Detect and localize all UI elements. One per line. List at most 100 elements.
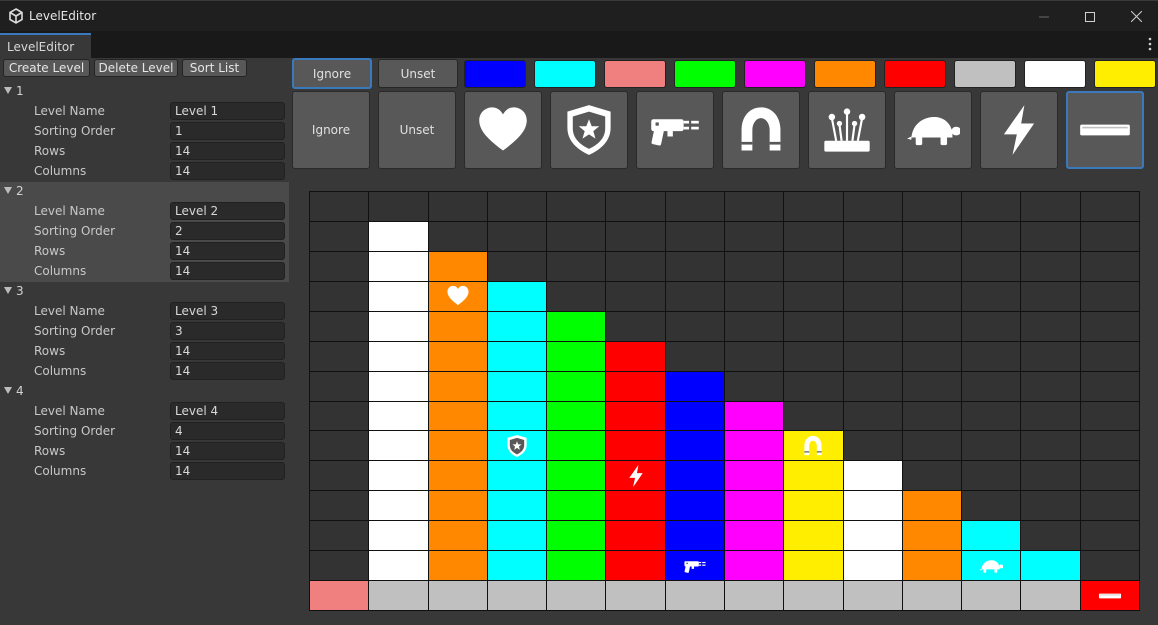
powerup-ignore-button[interactable]: Ignore [292,91,370,169]
grid-cell[interactable] [310,371,369,401]
grid-cell[interactable] [724,401,784,431]
grid-cell[interactable] [1080,431,1139,461]
field-input-columns[interactable]: 14 [170,262,285,280]
grid-cell[interactable] [784,431,843,461]
grid-cell[interactable] [428,371,487,401]
color-swatch[interactable] [674,60,736,88]
grid-cell[interactable] [902,281,962,311]
grid-cell[interactable] [784,491,843,521]
grid-cell[interactable] [369,431,428,461]
grid-cell[interactable] [962,221,1021,251]
field-input-order[interactable]: 3 [170,322,285,340]
grid-cell[interactable] [665,461,724,491]
grid-cell[interactable] [487,581,547,610]
color-swatch[interactable] [744,60,806,88]
grid-cell[interactable] [902,521,962,551]
grid-cell[interactable] [547,311,606,341]
grid-cell[interactable] [784,581,843,610]
grid-cell[interactable] [962,251,1021,281]
grid-cell[interactable] [1080,521,1139,551]
grid-cell[interactable] [784,311,843,341]
grid-cell[interactable] [1021,431,1080,461]
grid-cell[interactable] [724,551,784,581]
grid-cell[interactable] [784,461,843,491]
field-input-rows[interactable]: 14 [170,342,285,360]
grid-cell[interactable] [369,491,428,521]
grid-cell[interactable] [428,281,487,311]
field-input-order[interactable]: 2 [170,222,285,240]
grid-cell[interactable] [547,341,606,371]
grid-cell[interactable] [784,221,843,251]
grid-cell[interactable] [962,581,1021,610]
grid-cell[interactable] [1080,311,1139,341]
grid-cell[interactable] [784,551,843,581]
create-level-button[interactable]: Create Level [3,59,90,77]
grid-cell[interactable] [606,551,665,581]
grid-cell[interactable] [843,311,902,341]
grid-cell[interactable] [1021,401,1080,431]
grid-cell[interactable] [369,401,428,431]
grid-cell[interactable] [902,221,962,251]
grid-cell[interactable] [962,192,1021,221]
grid-cell[interactable] [369,311,428,341]
powerup-tile-bar[interactable] [1066,91,1144,169]
grid-cell[interactable] [784,192,843,221]
color-swatch[interactable] [534,60,596,88]
field-input-rows[interactable]: 14 [170,442,285,460]
grid-cell[interactable] [369,281,428,311]
color-swatch[interactable] [954,60,1016,88]
grid-cell[interactable] [724,371,784,401]
field-input-name[interactable]: Level 1 [170,102,285,120]
grid-cell[interactable] [606,251,665,281]
powerup-tile-lightning[interactable] [980,91,1058,169]
grid-cell[interactable] [606,461,665,491]
grid-cell[interactable] [843,491,902,521]
grid-cell[interactable] [843,251,902,281]
grid-cell[interactable] [1021,371,1080,401]
grid-cell[interactable] [724,341,784,371]
grid-cell[interactable] [547,401,606,431]
grid-cell[interactable] [843,371,902,401]
grid-cell[interactable] [487,281,547,311]
grid-cell[interactable] [665,192,724,221]
grid-cell[interactable] [1080,341,1139,371]
grid-cell[interactable] [1021,551,1080,581]
grid-cell[interactable] [902,371,962,401]
grid-cell[interactable] [369,371,428,401]
grid-cell[interactable] [1021,281,1080,311]
grid-cell[interactable] [428,401,487,431]
grid-cell[interactable] [487,551,547,581]
grid-cell[interactable] [962,461,1021,491]
grid-cell[interactable] [843,221,902,251]
color-swatch[interactable] [884,60,946,88]
grid-cell[interactable] [369,581,428,610]
grid-cell[interactable] [310,311,369,341]
grid-cell[interactable] [665,401,724,431]
grid-cell[interactable] [962,431,1021,461]
grid-cell[interactable] [428,521,487,551]
grid-cell[interactable] [784,521,843,551]
grid-cell[interactable] [665,581,724,610]
grid-cell[interactable] [606,281,665,311]
grid-cell[interactable] [487,431,547,461]
grid-cell[interactable] [1021,311,1080,341]
grid-cell[interactable] [902,461,962,491]
powerup-tile-blaster[interactable] [636,91,714,169]
grid-cell[interactable] [1021,521,1080,551]
grid-cell[interactable] [962,311,1021,341]
grid-cell[interactable] [606,581,665,610]
color-swatch[interactable] [604,60,666,88]
grid-cell[interactable] [902,551,962,581]
grid-cell[interactable] [487,311,547,341]
grid-cell[interactable] [606,431,665,461]
grid-cell[interactable] [784,401,843,431]
color-swatch[interactable] [464,60,526,88]
delete-level-button[interactable]: Delete Level [94,59,178,77]
grid-cell[interactable] [1021,251,1080,281]
grid-cell[interactable] [962,281,1021,311]
grid-cell[interactable] [606,341,665,371]
grid-cell[interactable] [962,521,1021,551]
grid-cell[interactable] [1080,551,1139,581]
level-entry-1[interactable]: 1 Level Name Level 1 Sorting Order 1 Rows 14 Co… [0,82,289,182]
grid-cell[interactable] [724,491,784,521]
